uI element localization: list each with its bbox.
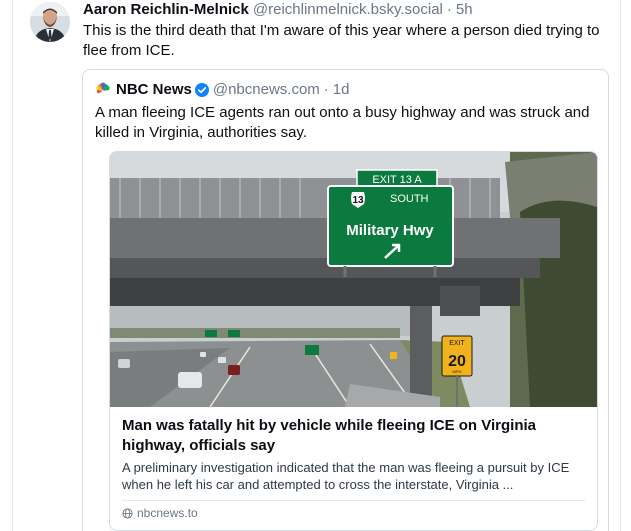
destination-text: Military Hwy bbox=[346, 222, 434, 239]
author-handle[interactable]: @reichlinmelnick.bsky.social bbox=[253, 0, 443, 20]
quoted-author-display-name[interactable]: NBC News bbox=[116, 80, 192, 100]
route-number-text: 13 bbox=[352, 195, 364, 206]
link-card[interactable]: EXIT 13 A 13 SOUTH Military Hwy EXIT 20 … bbox=[109, 151, 598, 531]
link-card-domain[interactable]: nbcnews.to bbox=[122, 505, 198, 521]
exit-tab-text: EXIT 13 A bbox=[372, 174, 422, 186]
exit-sign-top-text: EXIT bbox=[449, 340, 465, 347]
quoted-post[interactable]: NBC News @nbcnews.com · 1d A man fleeing… bbox=[82, 69, 609, 531]
exit-sign-unit-text: MPH bbox=[453, 369, 462, 374]
link-card-divider bbox=[122, 500, 585, 501]
separator-dot: · bbox=[446, 1, 452, 18]
post-timestamp[interactable]: 5h bbox=[456, 0, 473, 20]
link-card-description: A preliminary investigation indicated th… bbox=[122, 460, 570, 492]
thread-right-border bbox=[620, 0, 621, 531]
author-avatar[interactable] bbox=[30, 2, 70, 42]
author-display-name[interactable]: Aaron Reichlin-Melnick bbox=[83, 0, 249, 20]
route-direction-text: SOUTH bbox=[390, 193, 429, 205]
nbc-peacock-icon[interactable] bbox=[95, 82, 111, 98]
quoted-separator-dot: · bbox=[323, 81, 329, 98]
link-card-title[interactable]: Man was fatally hit by vehicle while fle… bbox=[122, 416, 584, 456]
link-card-thumbnail[interactable]: EXIT 13 A 13 SOUTH Military Hwy EXIT 20 … bbox=[110, 152, 597, 407]
exit-sign-number-text: 20 bbox=[448, 353, 466, 370]
post-header: Aaron Reichlin-Melnick @reichlinmelnick.… bbox=[83, 0, 473, 20]
quoted-post-text: A man fleeing ICE agents ran out onto a … bbox=[95, 104, 590, 141]
post-text: This is the third death that I'm aware o… bbox=[83, 22, 600, 59]
quoted-author-handle[interactable]: @nbcnews.com bbox=[213, 80, 320, 100]
link-card-domain-text: nbcnews.to bbox=[137, 506, 198, 520]
author-avatar-image bbox=[30, 2, 70, 42]
quoted-post-timestamp[interactable]: 1d bbox=[333, 80, 350, 100]
quoted-post-header: NBC News @nbcnews.com · 1d bbox=[95, 80, 349, 100]
post[interactable]: Aaron Reichlin-Melnick @reichlinmelnick.… bbox=[13, 0, 620, 531]
globe-icon bbox=[122, 507, 133, 519]
verified-badge-icon bbox=[194, 83, 209, 97]
